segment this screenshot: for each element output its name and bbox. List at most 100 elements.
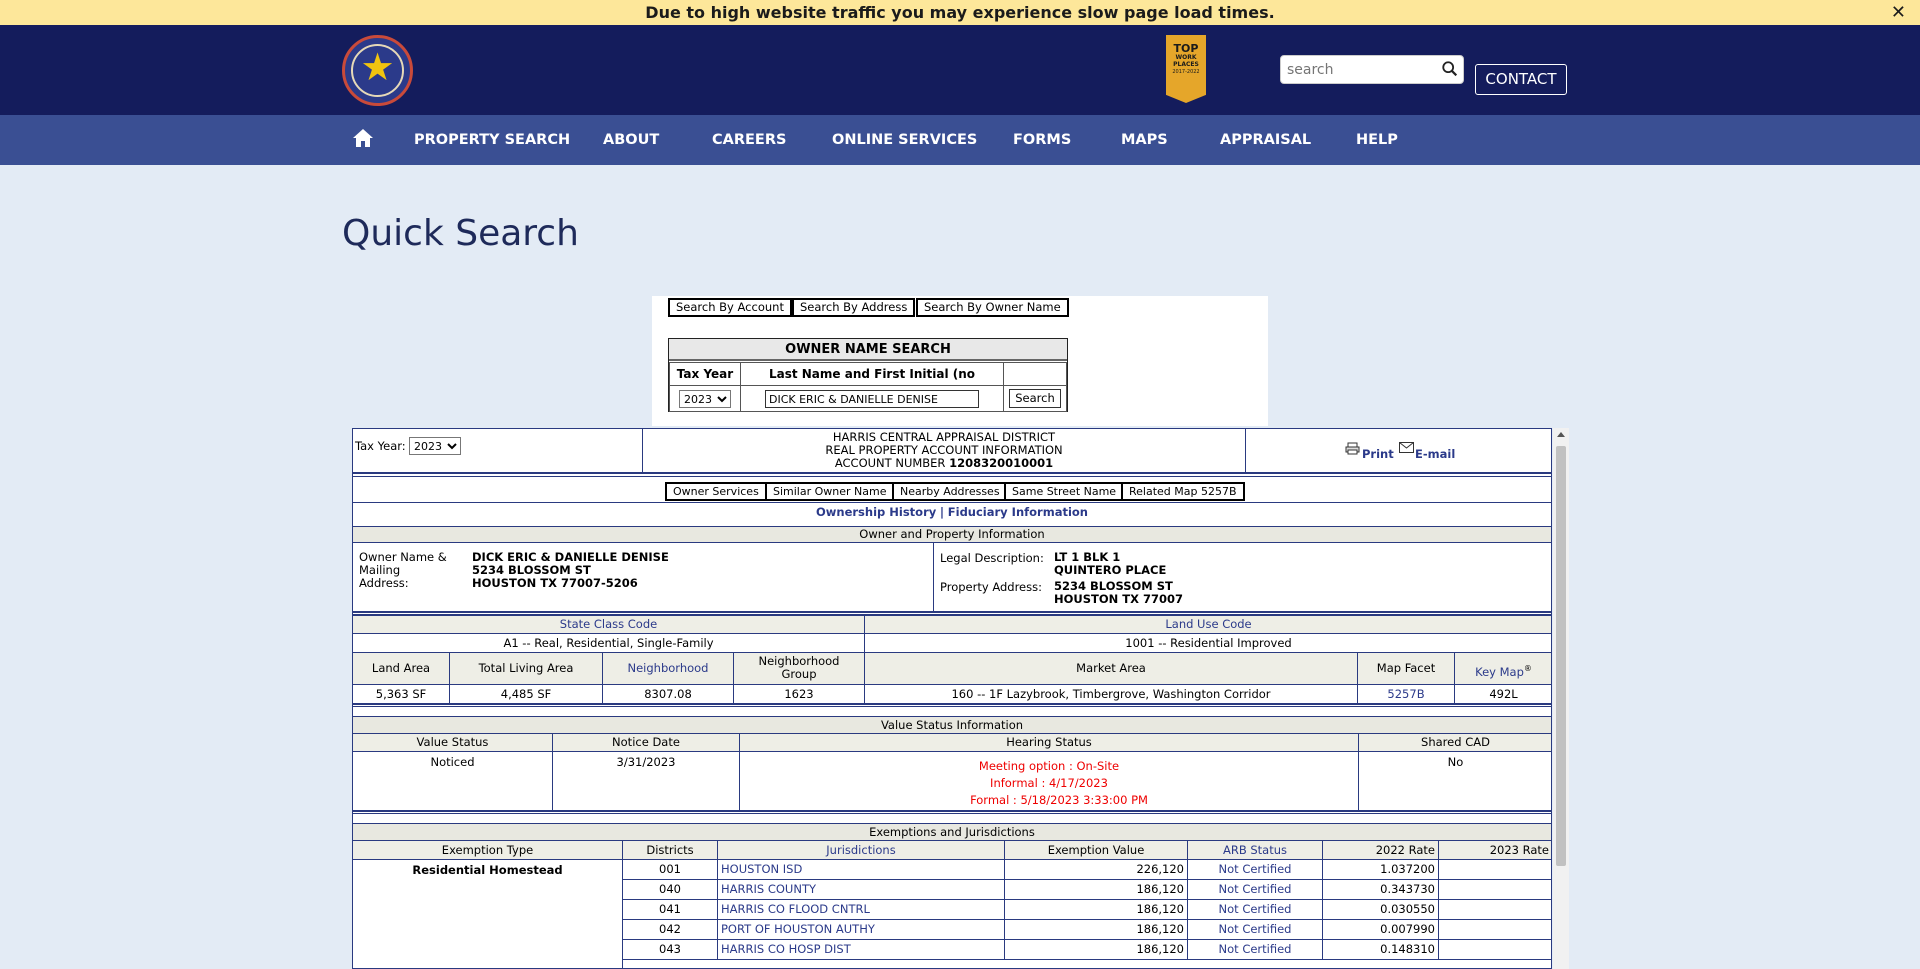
notice-date-value: 3/31/2023 xyxy=(552,751,740,811)
informal-hearing: Informal : 4/17/2023 xyxy=(990,776,1108,790)
print-email-section: Print E-mail xyxy=(1245,429,1551,473)
exemption-value: 186,120 xyxy=(1004,899,1188,920)
close-icon[interactable]: ✕ xyxy=(1891,0,1906,25)
tab-nearby-addresses[interactable]: Nearby Addresses xyxy=(892,482,1008,501)
print-link[interactable]: Print xyxy=(1362,447,1394,461)
link-divider: | xyxy=(939,505,945,519)
tab-same-street-name[interactable]: Same Street Name xyxy=(1004,482,1125,501)
nav-forms[interactable]: FORMS xyxy=(1013,115,1071,165)
nav-online-services[interactable]: ONLINE SERVICES xyxy=(832,115,977,165)
districts-header: Districts xyxy=(622,840,718,860)
jurisdiction-link[interactable]: HARRIS CO FLOOD CNTRL xyxy=(717,899,1005,920)
land-area-header: Land Area xyxy=(353,652,450,685)
printer-icon[interactable] xyxy=(1345,442,1360,455)
hearing-status-header: Hearing Status xyxy=(739,733,1359,752)
traffic-alert-banner: Due to high website traffic you may expe… xyxy=(0,0,1920,25)
jurisdiction-link[interactable]: PORT OF HOUSTON AUTHY xyxy=(717,919,1005,940)
exemption-type-header: Exemption Type xyxy=(353,840,623,860)
jurisdiction-link[interactable]: HARRIS CO HOSP DIST xyxy=(717,939,1005,960)
owner-name-input[interactable] xyxy=(765,390,979,408)
owner-section-header: Owner and Property Information xyxy=(353,526,1551,543)
search-icon[interactable] xyxy=(1441,59,1459,79)
map-facet-link[interactable]: 5257B xyxy=(1357,684,1455,704)
district-code: 041 xyxy=(622,899,718,920)
top-workplaces-badge[interactable]: TOP WORK PLACES 2017-2022 xyxy=(1166,35,1206,103)
rate-2022-header: 2022 Rate xyxy=(1322,840,1439,860)
tax-year-select[interactable]: 2023 xyxy=(679,390,731,408)
rate-2023 xyxy=(1438,859,1551,880)
separator xyxy=(353,473,1551,477)
owner-info: Owner Name & Mailing Address: DICK ERIC … xyxy=(353,542,934,612)
value-status-section-header: Value Status Information xyxy=(353,716,1551,734)
record-tax-year-select[interactable]: 2023 xyxy=(409,437,461,455)
meeting-option: Meeting option : On-Site xyxy=(978,759,1120,773)
neighborhood-group-header: Neighborhood Group xyxy=(733,652,865,685)
tax-year-header: Tax Year xyxy=(669,362,741,386)
rate-2023 xyxy=(1438,879,1551,900)
key-map-value: 492L xyxy=(1454,684,1551,704)
district-code: 001 xyxy=(622,859,718,880)
key-map-header[interactable]: Key Map® xyxy=(1454,652,1551,685)
nav-appraisal[interactable]: APPRAISAL xyxy=(1220,115,1311,165)
arb-status[interactable]: Not Certified xyxy=(1187,879,1323,900)
name-input-cell xyxy=(740,385,1004,412)
account-number: 1208320010001 xyxy=(949,456,1054,470)
record-tabs: Owner Services Similar Owner Name Nearby… xyxy=(353,481,1551,501)
rate-2022: 1.037200 xyxy=(1322,859,1439,880)
hearing-status-value: Meeting option : On-Site Informal : 4/17… xyxy=(739,751,1359,811)
search-by-owner-name-button[interactable]: Search By Owner Name xyxy=(916,298,1069,317)
record-title: HARRIS CENTRAL APPRAISAL DISTRICT REAL P… xyxy=(642,429,1246,473)
nav-maps[interactable]: MAPS xyxy=(1121,115,1168,165)
nav-property-search[interactable]: PROPERTY SEARCH xyxy=(414,115,570,165)
badge-line: 2017-2022 xyxy=(1172,69,1200,75)
arb-status[interactable]: Not Certified xyxy=(1187,939,1323,960)
land-area-value: 5,363 SF xyxy=(353,684,450,704)
exemption-value: 186,120 xyxy=(1004,919,1188,940)
record-scrollbar[interactable] xyxy=(1553,428,1569,969)
site-search xyxy=(1280,55,1464,84)
tab-owner-services[interactable]: Owner Services xyxy=(665,482,767,501)
jurisdiction-link[interactable]: HOUSTON ISD xyxy=(717,859,1005,880)
email-icon[interactable] xyxy=(1399,442,1414,453)
nav-help[interactable]: HELP xyxy=(1356,115,1398,165)
neighborhood-group-value: 1623 xyxy=(733,684,865,704)
main-nav: PROPERTY SEARCH ABOUT CAREERS ONLINE SER… xyxy=(0,115,1920,165)
arb-status[interactable]: Not Certified xyxy=(1187,859,1323,880)
owner-search-button[interactable]: Search xyxy=(1009,389,1061,408)
arb-status-header[interactable]: ARB Status xyxy=(1187,840,1323,860)
tax-year-section: Tax Year: 2023 xyxy=(353,429,643,473)
badge-line: PLACES xyxy=(1173,61,1199,68)
arb-status[interactable]: Not Certified xyxy=(1187,919,1323,940)
contact-button[interactable]: CONTACT xyxy=(1475,64,1567,95)
hcad-logo[interactable]: ★ xyxy=(342,35,413,106)
name-header: Last Name and First Initial (no comma) xyxy=(740,362,1004,403)
nav-careers[interactable]: CAREERS xyxy=(712,115,786,165)
search-by-account-button[interactable]: Search By Account xyxy=(668,298,792,317)
owner-name-search-form: OWNER NAME SEARCH Tax Year Last Name and… xyxy=(668,338,1068,412)
home-icon[interactable] xyxy=(352,127,374,149)
fiduciary-information-link[interactable]: Fiduciary Information xyxy=(948,505,1088,519)
tab-similar-owner-name[interactable]: Similar Owner Name xyxy=(765,482,895,501)
scroll-up-icon[interactable] xyxy=(1557,432,1565,437)
quick-search-panel: Search By Account Search By Address Sear… xyxy=(652,296,1268,426)
tab-related-map[interactable]: Related Map 5257B xyxy=(1121,482,1245,501)
badge-line: TOP xyxy=(1173,42,1199,55)
email-link[interactable]: E-mail xyxy=(1415,447,1455,461)
site-search-input[interactable] xyxy=(1281,56,1431,83)
nav-about[interactable]: ABOUT xyxy=(603,115,659,165)
jurisdictions-header[interactable]: Jurisdictions xyxy=(717,840,1005,860)
rate-2023-header: 2023 Rate xyxy=(1438,840,1551,860)
separator xyxy=(353,811,1551,814)
search-cell: Search xyxy=(1003,385,1067,412)
arb-status[interactable]: Not Certified xyxy=(1187,899,1323,920)
land-use-code-header[interactable]: Land Use Code xyxy=(864,615,1551,634)
page-title: Quick Search xyxy=(342,213,579,254)
value-status-header: Value Status xyxy=(353,733,553,752)
scrollbar-thumb[interactable] xyxy=(1556,446,1566,866)
jurisdiction-link[interactable]: HARRIS COUNTY xyxy=(717,879,1005,900)
search-by-address-button[interactable]: Search By Address xyxy=(792,298,916,317)
neighborhood-header[interactable]: Neighborhood xyxy=(602,652,734,685)
rate-2023 xyxy=(1438,899,1551,920)
state-class-code-header[interactable]: State Class Code xyxy=(353,615,865,634)
ownership-history-link[interactable]: Ownership History xyxy=(816,505,936,519)
